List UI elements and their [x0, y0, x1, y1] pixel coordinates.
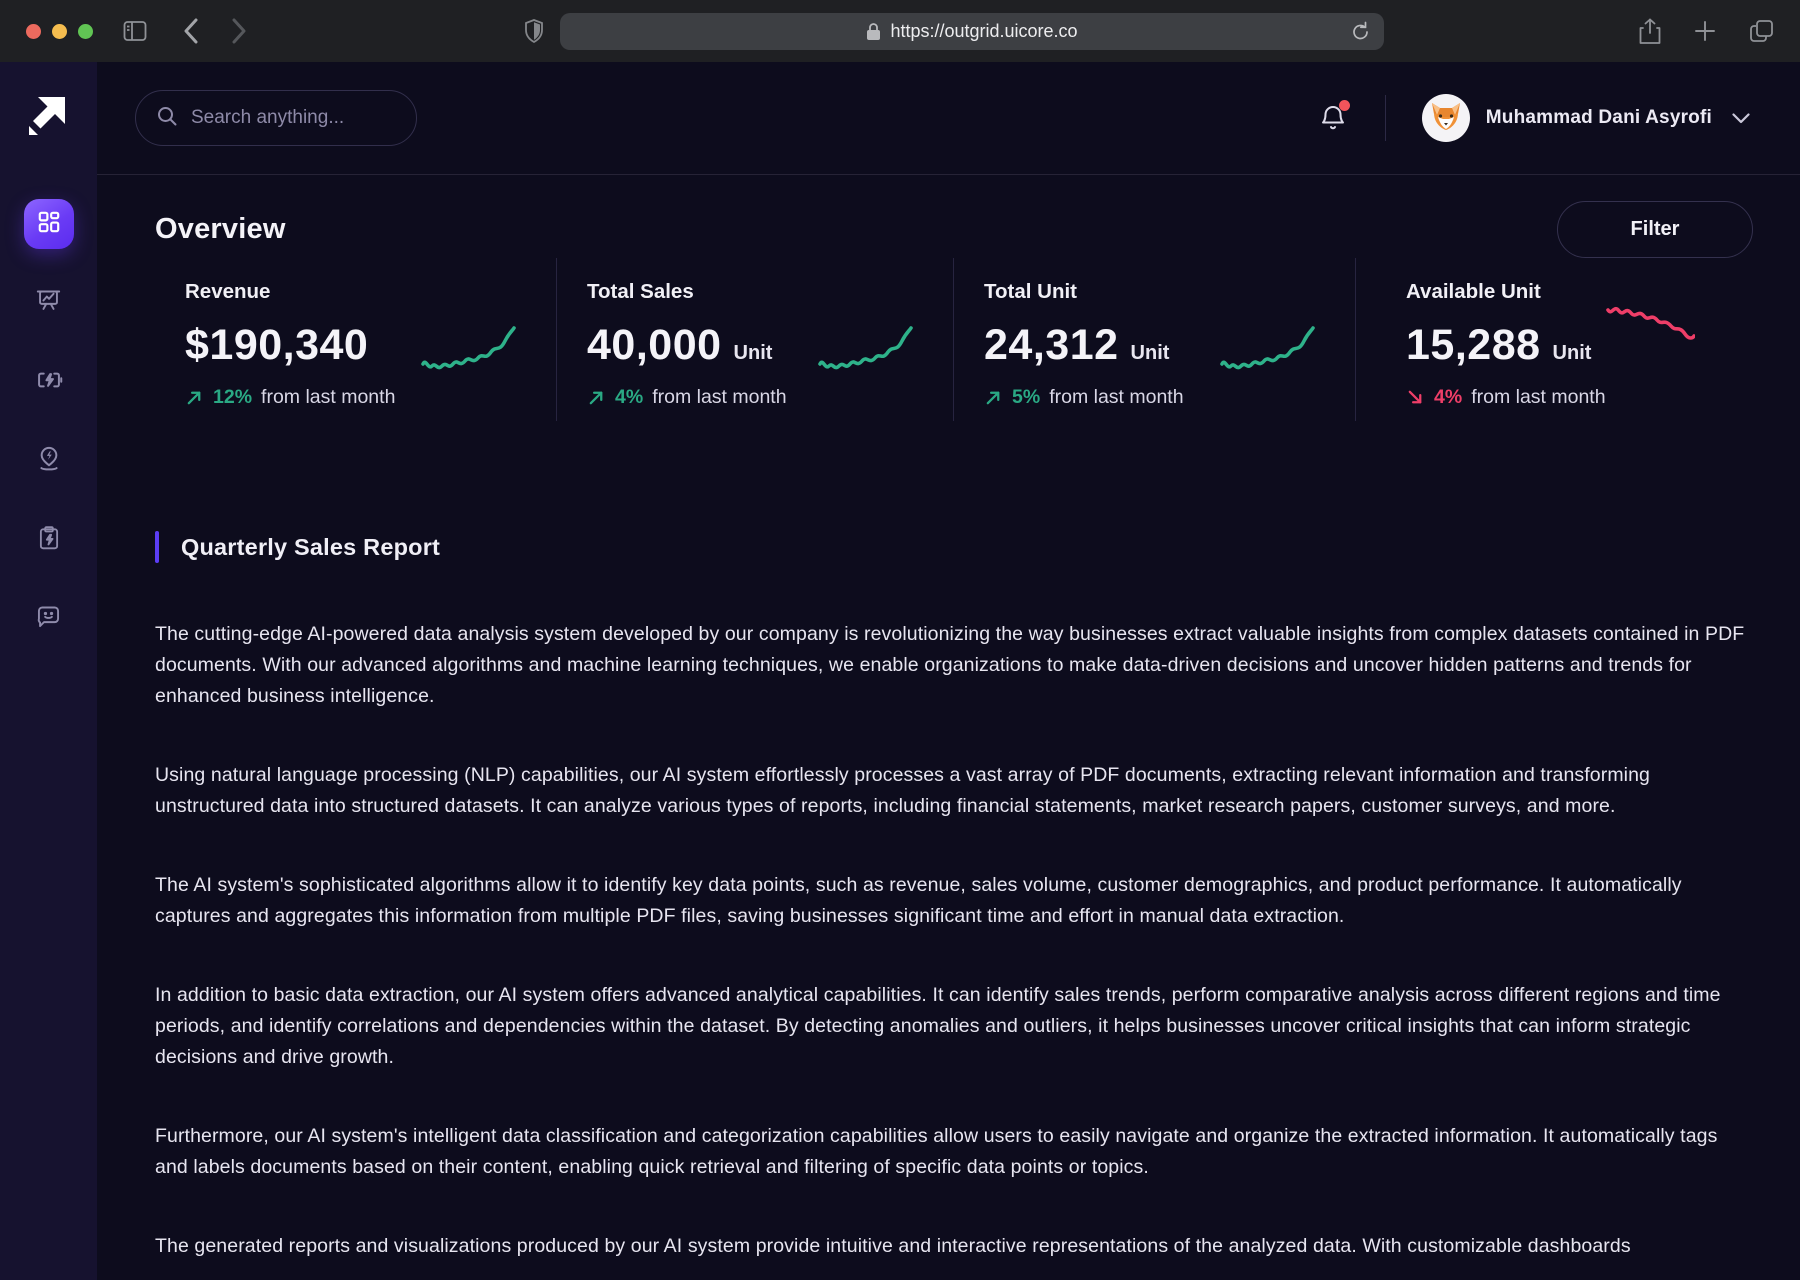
report-paragraph: The AI system's sophisticated algorithms… [155, 870, 1751, 932]
top-bar: Muhammad Dani Asyrofi [97, 62, 1800, 175]
forward-icon[interactable] [231, 18, 247, 44]
new-tab-icon[interactable] [1693, 18, 1717, 45]
stat-delta-pct: 5% [1012, 386, 1040, 409]
report-paragraph: Furthermore, our AI system's intelligent… [155, 1121, 1751, 1183]
stat-card-total-sales: Total Sales 40,000 Unit 4% from last mon… [556, 258, 953, 421]
sidebar-item-dashboard[interactable] [24, 199, 74, 249]
trend-up-arrow-icon [185, 388, 204, 407]
page-title: Overview [155, 213, 286, 246]
clipboard-bolt-icon [36, 525, 62, 556]
search-box[interactable] [135, 90, 417, 146]
quarterly-sales-report: Quarterly Sales Report The cutting-edge … [155, 531, 1753, 1262]
trend-up-arrow-icon [587, 388, 606, 407]
header-divider [1385, 95, 1386, 141]
stat-value: 15,288 [1406, 321, 1541, 370]
chat-smile-icon [35, 603, 62, 635]
stat-unit: Unit [1131, 342, 1170, 365]
stat-delta-text: from last month [261, 386, 395, 409]
sparkline-down-icon [1605, 298, 1695, 358]
stat-delta-pct: 4% [615, 386, 643, 409]
url-text: https://outgrid.uicore.co [890, 21, 1077, 42]
browser-window: https://outgrid.uicore.co [0, 0, 1800, 1280]
window-controls [26, 24, 93, 39]
reload-icon[interactable] [1351, 21, 1370, 42]
stat-label: Revenue [185, 280, 556, 304]
report-paragraph: The generated reports and visualizations… [155, 1231, 1751, 1262]
notification-badge [1339, 100, 1350, 111]
stat-label: Available Unit [1406, 280, 1753, 304]
chevron-down-icon[interactable] [1732, 113, 1750, 124]
tab-overview-icon[interactable] [1749, 18, 1774, 45]
outgrid-logo [25, 95, 67, 137]
search-input[interactable] [191, 107, 391, 129]
sparkline-up-icon [420, 316, 516, 380]
stat-card-available-unit: Available Unit 15,288 Unit 4% from last … [1355, 258, 1753, 421]
close-window-button[interactable] [26, 24, 41, 39]
section-title: Quarterly Sales Report [181, 534, 440, 561]
stats-row: Revenue $190,340 12% from last month [155, 258, 1753, 421]
presentation-chart-icon [35, 287, 62, 319]
battery-charging-icon [35, 366, 63, 399]
sidebar-item-analytics[interactable] [24, 278, 74, 328]
zoom-window-button[interactable] [78, 24, 93, 39]
trend-down-arrow-icon [1406, 388, 1425, 407]
sidebar [0, 62, 97, 1280]
share-icon[interactable] [1639, 18, 1661, 45]
stat-value: 24,312 [984, 321, 1119, 370]
stat-delta-pct: 12% [213, 386, 252, 409]
back-icon[interactable] [183, 18, 199, 44]
stat-card-revenue: Revenue $190,340 12% from last month [155, 258, 556, 421]
sparkline-up-icon [1219, 316, 1315, 380]
report-paragraph: In addition to basic data extraction, ou… [155, 980, 1751, 1073]
stat-label: Total Unit [984, 280, 1355, 304]
toolbar-right-icons [1639, 18, 1774, 45]
sidebar-toggle-icon[interactable] [123, 20, 147, 42]
sidebar-item-energy-report[interactable] [24, 515, 74, 565]
location-bolt-icon [35, 445, 63, 478]
stat-unit: Unit [1553, 342, 1592, 365]
sidebar-item-charging-station[interactable] [24, 436, 74, 486]
search-icon [156, 105, 178, 132]
browser-toolbar: https://outgrid.uicore.co [0, 0, 1800, 62]
report-paragraph: The cutting-edge AI-powered data analysi… [155, 619, 1751, 712]
grid-dashboard-icon [36, 209, 62, 240]
stat-unit: Unit [734, 342, 773, 365]
minimize-window-button[interactable] [52, 24, 67, 39]
privacy-shield-icon[interactable] [524, 19, 544, 43]
avatar[interactable] [1422, 94, 1470, 142]
user-name: Muhammad Dani Asyrofi [1486, 107, 1712, 129]
stat-delta-text: from last month [652, 386, 786, 409]
stat-label: Total Sales [587, 280, 953, 304]
stat-value: 40,000 [587, 321, 722, 370]
notifications-button[interactable] [1319, 103, 1347, 133]
stat-delta-pct: 4% [1434, 386, 1462, 409]
stat-card-total-unit: Total Unit 24,312 Unit 5% from last mont… [953, 258, 1355, 421]
stat-delta-text: from last month [1471, 386, 1605, 409]
lock-icon [866, 22, 881, 41]
sidebar-nav [24, 199, 74, 644]
section-accent-bar [155, 531, 159, 563]
report-paragraph: Using natural language processing (NLP) … [155, 760, 1751, 822]
filter-button[interactable]: Filter [1557, 201, 1753, 258]
sidebar-item-feedback[interactable] [24, 594, 74, 644]
stat-delta-text: from last month [1049, 386, 1183, 409]
address-bar[interactable]: https://outgrid.uicore.co [560, 13, 1384, 50]
stat-value: $190,340 [185, 321, 368, 370]
sidebar-item-battery[interactable] [24, 357, 74, 407]
trend-up-arrow-icon [984, 388, 1003, 407]
sparkline-up-icon [817, 316, 913, 380]
